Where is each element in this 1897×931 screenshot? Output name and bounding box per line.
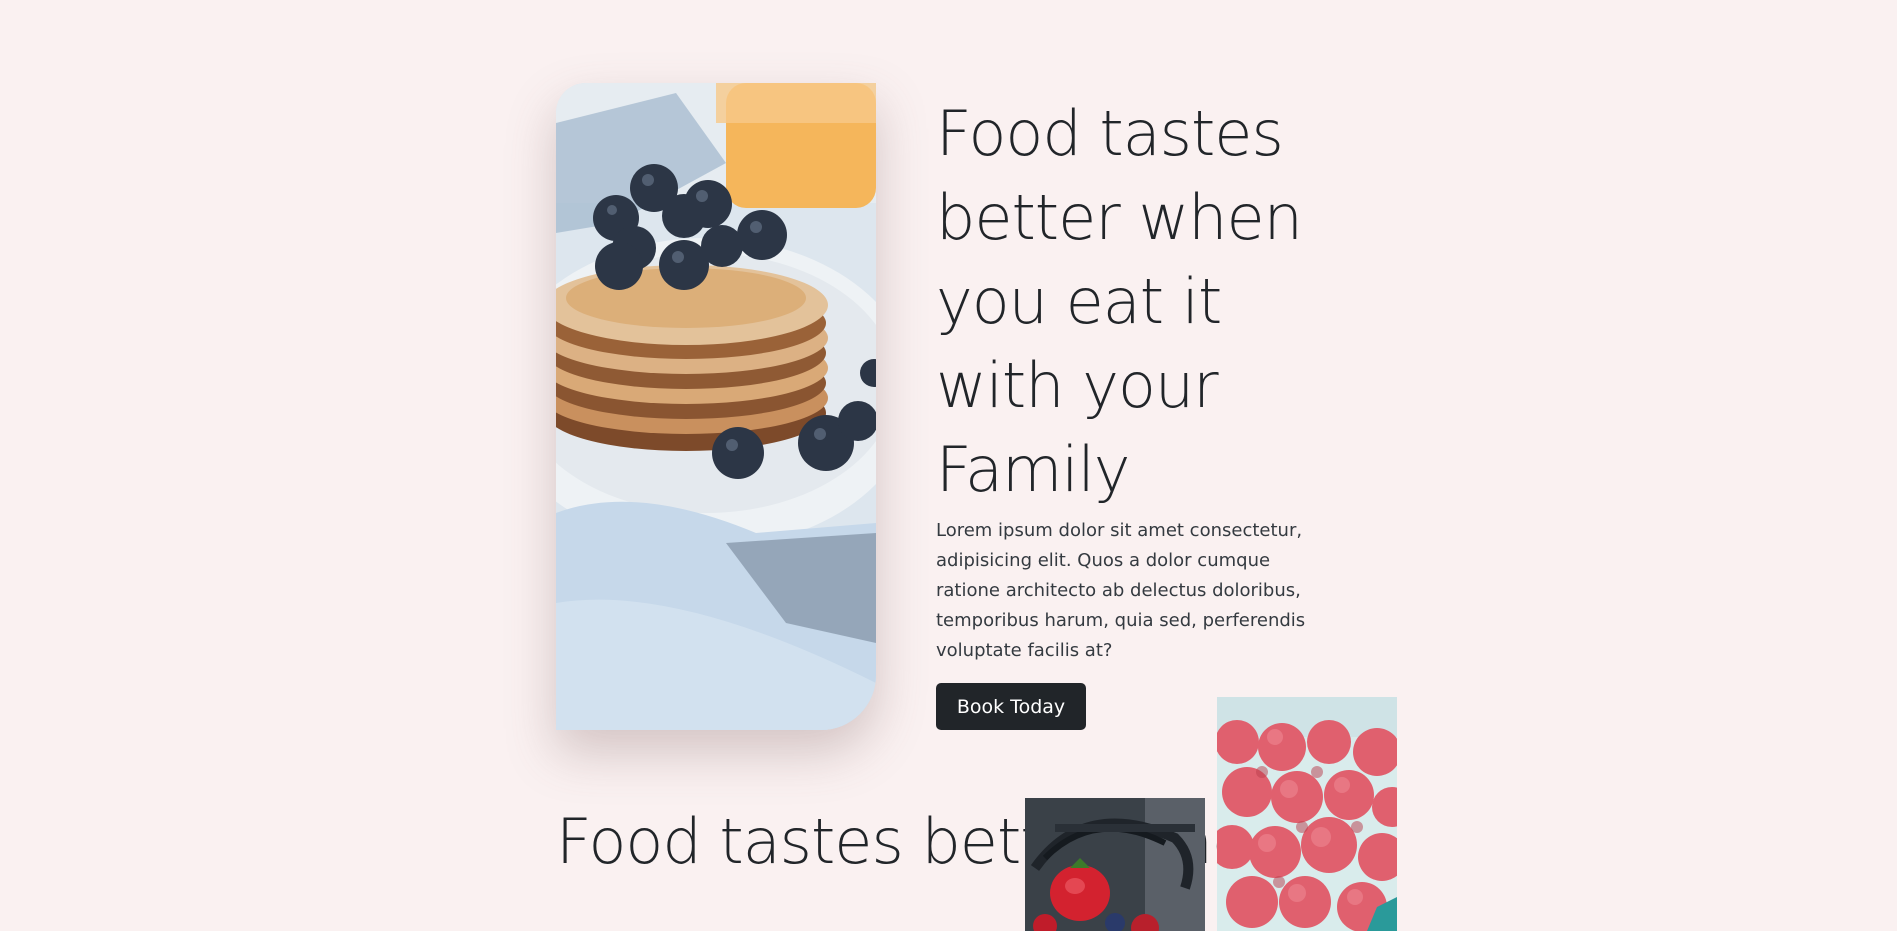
- pancakes-image: [556, 83, 876, 730]
- raspberries-image: [1217, 697, 1397, 931]
- section-title: Food tastes better when: [556, 805, 1288, 878]
- book-today-button[interactable]: Book Today: [936, 683, 1086, 730]
- hero-title: Food tastes better when you eat it with …: [936, 97, 1303, 506]
- strawberries-image: [1025, 798, 1205, 931]
- hero-description: Lorem ipsum dolor sit amet consectetur, …: [936, 520, 1306, 661]
- page: Food tastes better when you eat it with …: [0, 0, 1897, 931]
